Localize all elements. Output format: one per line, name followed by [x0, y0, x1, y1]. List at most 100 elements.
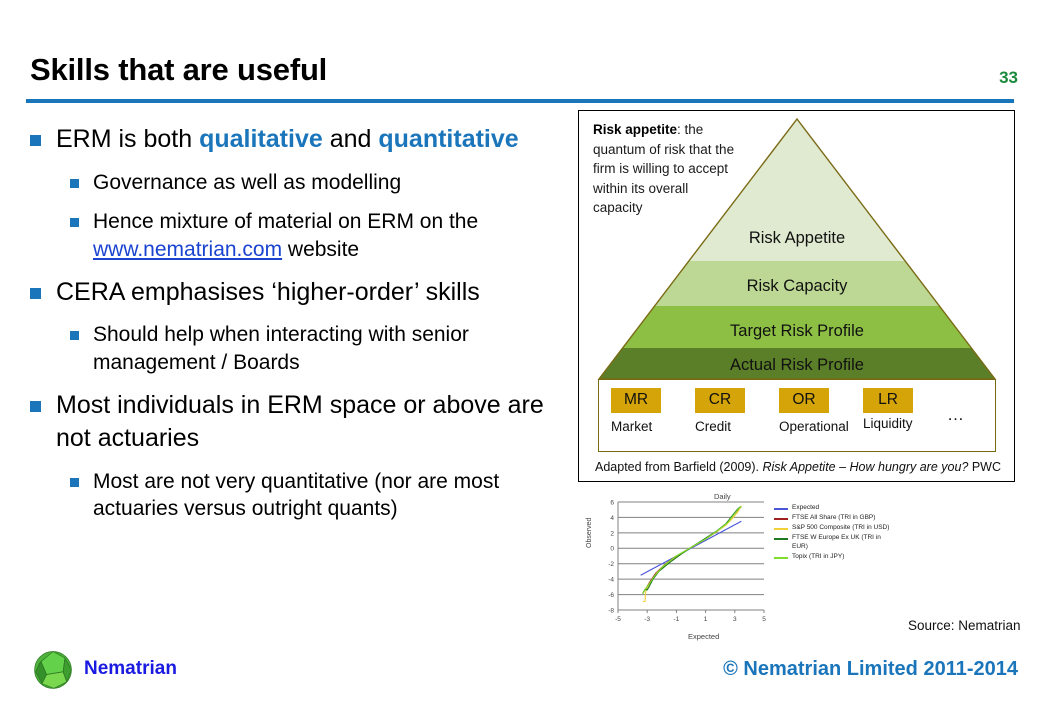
attribution-title: Risk Appetite – How hungry are you? [762, 460, 969, 474]
title-divider [26, 99, 1014, 103]
svg-text:-2: -2 [608, 561, 614, 568]
risk-category-more: … [947, 405, 964, 424]
risk-code-chip: CR [695, 388, 745, 413]
bullet-text-span: CERA emphasises ‘higher-order’ skills [56, 277, 480, 306]
bullet-text-span: Most are not very quantitative (nor are … [93, 469, 500, 521]
chart-y-axis-label: Observed [586, 517, 593, 548]
attribution-prefix: Adapted from Barfield (2009). [595, 460, 763, 474]
pyramid-svg [597, 117, 997, 380]
bullet-text-span: website [282, 237, 360, 261]
svg-text:2: 2 [610, 530, 614, 537]
attribution-suffix: PWC [968, 460, 1001, 474]
svg-text:-3: -3 [644, 616, 650, 623]
legend-label: Topix (TRI in JPY) [792, 552, 845, 560]
bullet-item: ERM is both qualitative and quantitative [30, 123, 570, 157]
pyramid-graphic: Risk Appetite Risk Capacity Target Risk … [591, 111, 1003, 386]
page-title: Skills that are useful [30, 52, 328, 87]
bullet-marker-icon [70, 218, 79, 228]
footer-copyright: © Nematrian Limited 2011-2014 [723, 658, 1018, 680]
risk-category-lr: LR Liquidity [863, 388, 947, 431]
bullet-text: Governance as well as modelling [93, 169, 401, 197]
bullet-list: ERM is both qualitative and quantitative… [30, 123, 570, 535]
legend-label: Expected [792, 504, 820, 511]
qq-plot: Daily Observed Expected 6 4 2 0 -2 -4 -6 -8 -5 -3… [586, 492, 894, 644]
nematrian-logo-icon [34, 651, 72, 689]
bullet-text-span: Most individuals in ERM space or above a… [56, 390, 544, 453]
bullet-item: CERA emphasises ‘higher-order’ skills [30, 276, 570, 310]
bullet-text-span: Should help when interacting with senior… [93, 323, 469, 374]
bullet-marker-icon [70, 178, 79, 188]
svg-text:-6: -6 [608, 592, 614, 599]
risk-code-chip: LR [863, 388, 913, 413]
slide-root: Skills that are useful 33 ERM is both qu… [0, 0, 1040, 720]
bullet-text: CERA emphasises ‘higher-order’ skills [56, 276, 480, 310]
risk-code-chip: MR [611, 388, 661, 413]
website-link[interactable]: www.nematrian.com [93, 238, 282, 261]
svg-text:-4: -4 [608, 577, 614, 584]
bullet-text-span: Hence mixture of material on ERM on the [93, 210, 479, 234]
chart-title: Daily [714, 492, 731, 501]
legend-swatch-icon [774, 528, 788, 531]
bullet-text: Most are not very quantitative (nor are … [93, 468, 570, 523]
bullet-marker-icon [30, 400, 41, 412]
svg-text:-5: -5 [615, 616, 621, 623]
bullet-marker-icon [70, 477, 79, 487]
svg-text:6: 6 [610, 499, 614, 506]
band-target-risk-profile [599, 306, 995, 348]
chart-legend-item: FTSE All Share (TRI in GBP) [774, 514, 894, 522]
legend-swatch-icon [774, 538, 788, 541]
svg-text:-1: -1 [674, 616, 680, 623]
source-note: Source: Nematrian [908, 618, 1021, 633]
svg-text:5: 5 [762, 616, 766, 623]
svg-text:0: 0 [610, 546, 614, 553]
bullet-text: Hence mixture of material on ERM on the … [93, 208, 570, 263]
pyramid-bands [599, 119, 995, 379]
risk-category-label: Market [611, 419, 653, 434]
footer-brand: Nematrian [84, 658, 177, 679]
bullet-text: Should help when interacting with senior… [93, 321, 570, 376]
bullet-marker-icon [30, 135, 41, 146]
bullet-emphasis: qualitative [199, 125, 323, 153]
band-risk-appetite [599, 119, 995, 261]
risk-code-chip: OR [779, 388, 829, 413]
bullet-text: ERM is both qualitative and quantitative [56, 123, 519, 157]
legend-label: S&P 500 Composite (TRI in USD) [792, 524, 890, 532]
chart-plot-area: 6 4 2 0 -2 -4 -6 -8-5 -3 -1 1 3 5 [608, 499, 766, 623]
chart-legend-item: Expected [774, 504, 894, 512]
legend-label: FTSE All Share (TRI in GBP) [792, 514, 876, 522]
legend-swatch-icon [774, 508, 788, 510]
bullet-text-span: Governance as well as modelling [93, 170, 402, 194]
risk-category-label: Credit [695, 419, 732, 434]
chart-legend: Expected FTSE All Share (TRI in GBP) S&P 5… [774, 504, 894, 563]
chart-legend-item: Topix (TRI in JPY) [774, 553, 894, 561]
risk-category-mr: MR Market [611, 388, 695, 434]
bullet-item: Governance as well as modelling [30, 169, 570, 197]
chart-x-axis-label: Expected [688, 632, 720, 641]
risk-appetite-diagram: Risk appetite: the quantum of risk that … [578, 110, 1015, 482]
chart-legend-item: S&P 500 Composite (TRI in USD) [774, 524, 894, 532]
chart-legend-item: FTSE W Europe Ex UK (TRI in EUR) [774, 534, 894, 550]
diagram-attribution: Adapted from Barfield (2009). Risk Appet… [595, 460, 1001, 474]
risk-category-label: Liquidity [863, 416, 913, 431]
svg-text:3: 3 [733, 616, 737, 623]
svg-text:1: 1 [704, 616, 708, 623]
bullet-item: Most individuals in ERM space or above a… [30, 389, 570, 456]
risk-category-label: Operational [779, 419, 849, 434]
bullet-item: Hence mixture of material on ERM on the … [30, 208, 570, 263]
bullet-marker-icon [30, 287, 41, 299]
legend-swatch-icon [774, 518, 788, 521]
bullet-marker-icon [70, 331, 79, 341]
page-number: 33 [999, 68, 1018, 87]
risk-category-cr: CR Credit [695, 388, 779, 434]
svg-text:-8: -8 [608, 607, 614, 614]
bullet-text-span: and [322, 125, 379, 153]
bullet-item: Most are not very quantitative (nor are … [30, 468, 570, 523]
bullet-item: Should help when interacting with senior… [30, 321, 570, 376]
bullet-text: Most individuals in ERM space or above a… [56, 389, 570, 456]
risk-category-or: OR Operational [779, 388, 863, 434]
legend-label: FTSE W Europe Ex UK (TRI in EUR) [792, 534, 881, 550]
bullet-emphasis: quantitative [378, 125, 519, 153]
band-risk-capacity [599, 261, 995, 306]
bullet-text-span: ERM is both [56, 125, 200, 153]
risk-category-cells: MR Market CR Credit OR Operational LR Liquidity… [599, 380, 995, 451]
